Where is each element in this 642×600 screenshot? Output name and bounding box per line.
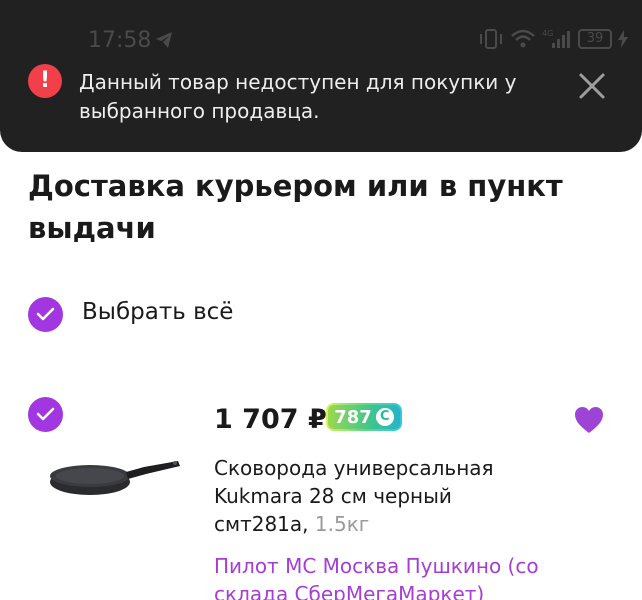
bonus-coin-icon: С: [375, 408, 394, 426]
product-price: 1 707 ₽: [214, 404, 327, 435]
status-bar: 17:58 4G 39: [0, 22, 642, 58]
product-weight: 1.5кг: [314, 512, 370, 536]
bonus-amount: 787: [334, 406, 372, 428]
checkmark-icon: [36, 407, 55, 421]
error-snackbar: 17:58 4G 39 ! Данный товар недоступен дл…: [0, 0, 642, 152]
bonus-badge: 787 С: [326, 403, 402, 431]
snackbar-message: Данный товар недоступен для покупки у вы…: [79, 70, 517, 123]
status-time: 17:58: [88, 28, 152, 53]
status-icons: 4G 39: [478, 28, 628, 50]
product-checkbox[interactable]: [28, 397, 63, 432]
battery-icon: 39: [578, 29, 612, 49]
charging-icon: [618, 30, 628, 48]
product-name[interactable]: Сковорода универсальная Kukmara 28 см че…: [214, 454, 534, 538]
telegram-icon: [156, 32, 172, 48]
favorite-heart-icon[interactable]: [574, 406, 604, 434]
select-all-label[interactable]: Выбрать всё: [82, 299, 233, 325]
cellular-signal-icon: 4G: [542, 29, 570, 48]
battery-level: 39: [586, 31, 604, 46]
network-type: 4G: [542, 29, 553, 38]
product-image[interactable]: [48, 452, 182, 502]
wifi-icon: [511, 29, 535, 48]
seller-link[interactable]: Пилот МС Москва Пушкино (со склада СберМ…: [214, 552, 574, 600]
error-icon: !: [28, 64, 62, 98]
close-icon[interactable]: [574, 68, 610, 104]
delivery-section-title: Доставка курьером или в пункт выдачи: [28, 169, 563, 245]
checkmark-icon: [36, 307, 55, 321]
select-all-checkbox[interactable]: [28, 297, 63, 332]
vibrate-icon: [480, 29, 502, 49]
